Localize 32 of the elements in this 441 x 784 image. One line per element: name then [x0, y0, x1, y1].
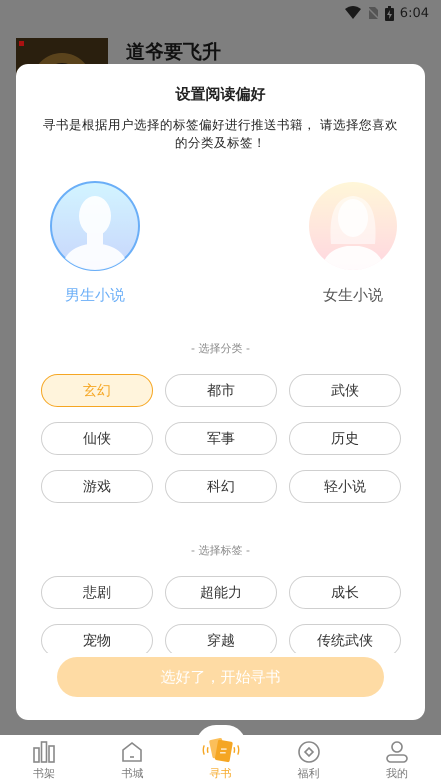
coin-icon [296, 740, 321, 764]
tag-chip[interactable]: 穿越 [165, 624, 277, 653]
nav-tab[interactable]: 书架 [0, 735, 88, 784]
category-chip[interactable]: 都市 [165, 374, 277, 407]
wifi-icon [344, 6, 361, 20]
book-title: 道爷要飞升 [126, 40, 221, 64]
category-chip[interactable]: 军事 [165, 422, 277, 455]
category-chip[interactable]: 游戏 [41, 470, 153, 503]
status-time: 6:04 [400, 6, 429, 20]
tag-chip[interactable]: 超能力 [165, 576, 277, 609]
nav-tab[interactable]: 我的 [352, 735, 441, 784]
no-sim-icon [366, 6, 379, 20]
category-chip[interactable]: 武侠 [289, 374, 401, 407]
tag-chip[interactable]: 宠物 [41, 624, 153, 653]
person-icon [384, 740, 409, 764]
tag-chip[interactable]: 成长 [289, 576, 401, 609]
tag-chip[interactable]: 悲剧 [41, 576, 153, 609]
nav-tab[interactable]: 福利 [264, 735, 353, 784]
battery-charging-icon [384, 6, 394, 20]
home-icon [120, 740, 144, 764]
category-chip[interactable]: 科幻 [165, 470, 277, 503]
section-heading: - 选择标签 - [190, 543, 251, 558]
category-chip[interactable]: 历史 [289, 422, 401, 455]
dialog-description: 寻书是根据用户选择的标签偏好进行推送书籍， 请选择您喜欢的分类及标签！ [42, 116, 399, 152]
tag-chip[interactable]: 传统武侠 [289, 624, 401, 653]
dialog-title: 设置阅读偏好 [174, 85, 266, 104]
category-chip[interactable]: 轻小说 [289, 470, 401, 503]
category-chip[interactable]: 仙侠 [41, 422, 153, 455]
gender-option[interactable]: 女生小说 [307, 180, 399, 305]
nav-tab[interactable]: 书城 [88, 735, 176, 784]
bookshelf-icon [32, 740, 56, 764]
section-heading: - 选择分类 - [190, 341, 251, 356]
